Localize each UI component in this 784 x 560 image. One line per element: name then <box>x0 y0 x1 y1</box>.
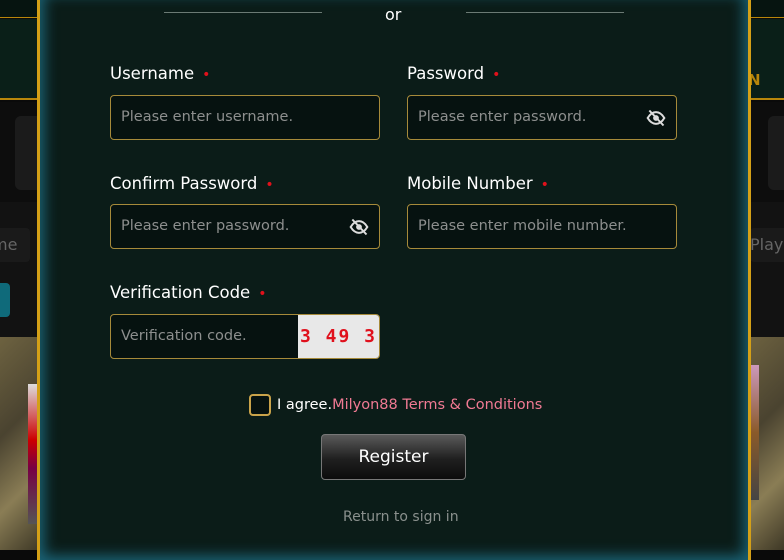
return-to-sign-in-link[interactable]: Return to sign in <box>343 509 459 525</box>
agree-label: I agree. <box>277 397 333 413</box>
bg-card <box>768 116 784 190</box>
captcha-image[interactable]: 3 49 3 <box>298 315 379 358</box>
bg-nav <box>0 19 40 100</box>
bg-search-area <box>748 202 784 337</box>
bg-game-tile <box>751 365 759 500</box>
background-right: N Playe <box>748 0 784 550</box>
username-input[interactable]: Please enter username. <box>110 95 380 140</box>
bg-search-input: me <box>0 228 30 262</box>
confirm-password-input[interactable]: Please enter password. <box>110 204 380 249</box>
bg-search-input: Playe <box>750 228 784 262</box>
divider-or: or <box>385 5 402 24</box>
background-left: me <box>0 0 40 550</box>
bg-topbar <box>748 0 784 18</box>
bg-topbar <box>0 0 40 18</box>
verification-code-input[interactable]: Verification code. 3 49 3 <box>110 314 380 359</box>
mobile-number-label: Mobile Number • <box>407 174 549 193</box>
eye-off-icon[interactable] <box>349 217 369 237</box>
eye-off-icon[interactable] <box>646 108 666 128</box>
password-input[interactable]: Please enter password. <box>407 95 677 140</box>
register-button[interactable]: Register <box>321 434 466 480</box>
agree-checkbox[interactable] <box>249 394 271 416</box>
bg-search-button <box>0 283 10 317</box>
divider-right <box>466 12 624 13</box>
bg-nav: N <box>748 19 784 100</box>
terms-link[interactable]: Milyon88 Terms & Conditions <box>332 397 542 413</box>
password-label: Password • <box>407 64 501 83</box>
confirm-password-label: Confirm Password • <box>110 174 274 193</box>
mobile-number-input[interactable]: Please enter mobile number. <box>407 204 677 249</box>
agree-text: I agree.Milyon88 Terms & Conditions <box>277 397 542 413</box>
divider-left <box>164 12 322 13</box>
verification-code-label: Verification Code • <box>110 283 267 302</box>
username-label: Username • <box>110 64 211 83</box>
